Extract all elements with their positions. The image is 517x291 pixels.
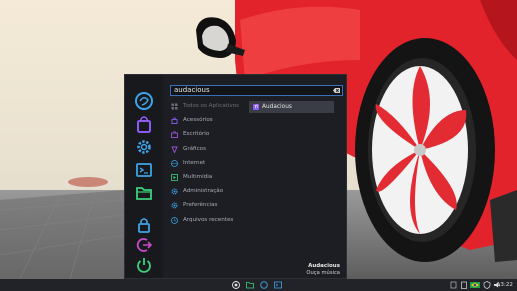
category-label: Multimídia bbox=[183, 174, 213, 180]
software-bag-icon[interactable] bbox=[134, 114, 154, 134]
menu-sidebar bbox=[125, 75, 163, 278]
category-label: Escritório bbox=[183, 131, 210, 138]
category-label: Arquivos recentes bbox=[183, 216, 234, 223]
category-label: Preferências bbox=[183, 202, 218, 209]
folder-icon[interactable] bbox=[134, 183, 154, 203]
browser-icon[interactable] bbox=[134, 91, 154, 111]
search-input[interactable]: audacious bbox=[170, 85, 343, 96]
power-icon[interactable] bbox=[134, 255, 154, 275]
lock-icon[interactable] bbox=[134, 215, 154, 235]
category-label: Acessórios bbox=[183, 117, 213, 124]
music-note-icon bbox=[253, 104, 259, 110]
clock-icon bbox=[171, 216, 178, 224]
bag-icon bbox=[171, 117, 178, 125]
clear-search-icon[interactable] bbox=[333, 88, 340, 93]
category-label: Gráficos bbox=[183, 145, 206, 152]
category-label: Todos os Aplicativos bbox=[183, 103, 240, 109]
selected-app-description: Ouça música bbox=[306, 270, 340, 276]
browser-taskbar-icon[interactable] bbox=[260, 281, 268, 289]
clock[interactable]: 13:22 bbox=[497, 279, 513, 291]
terminal-icon[interactable] bbox=[134, 160, 154, 180]
palette-icon bbox=[171, 146, 178, 153]
terminal-taskbar-icon[interactable] bbox=[274, 281, 282, 289]
search-result-item[interactable]: Audacious bbox=[249, 101, 334, 113]
notification-icon[interactable] bbox=[450, 281, 457, 289]
category-label: Administração bbox=[183, 188, 224, 195]
files-taskbar-icon[interactable] bbox=[246, 281, 254, 289]
briefcase-icon bbox=[171, 131, 178, 139]
gear-icon bbox=[171, 202, 178, 209]
gear-icon bbox=[171, 188, 178, 195]
menu-launcher-icon[interactable] bbox=[232, 281, 240, 289]
settings-gear-icon[interactable] bbox=[134, 137, 154, 157]
globe-icon bbox=[171, 159, 178, 167]
logout-icon[interactable] bbox=[134, 235, 154, 255]
category-label: Internet bbox=[183, 159, 206, 166]
search-result-label: Audacious bbox=[262, 104, 292, 110]
shield-icon[interactable] bbox=[483, 281, 491, 289]
taskbar: 13:22 bbox=[0, 279, 517, 291]
grid-icon bbox=[171, 103, 178, 110]
application-menu: audacious Todos os Aplicativos Acessórios… bbox=[124, 74, 347, 279]
search-input-value: audacious bbox=[174, 86, 210, 94]
keyboard-layout-flag-icon[interactable] bbox=[470, 281, 480, 289]
play-icon bbox=[171, 174, 178, 181]
clipboard-icon[interactable] bbox=[460, 281, 468, 289]
selected-app-name: Audacious bbox=[308, 263, 340, 269]
